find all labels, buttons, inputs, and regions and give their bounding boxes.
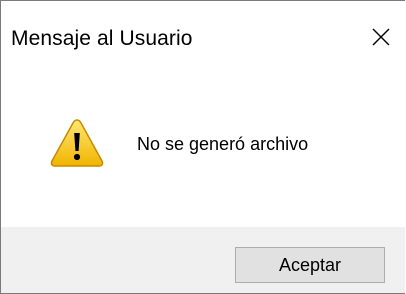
message-text: No se generó archivo — [137, 134, 309, 154]
close-icon — [372, 28, 390, 46]
message-dialog: Mensaje al Usuario No se generó archivo … — [0, 0, 405, 294]
accept-button[interactable]: Aceptar — [235, 247, 385, 283]
warning-icon — [50, 119, 104, 167]
close-button[interactable] — [357, 15, 405, 59]
dialog-title: Mensaje al Usuario — [11, 27, 193, 50]
dialog-content: No se generó archivo — [1, 77, 405, 227]
title-bar: Mensaje al Usuario — [1, 1, 405, 77]
dialog-footer: Aceptar — [1, 227, 405, 293]
